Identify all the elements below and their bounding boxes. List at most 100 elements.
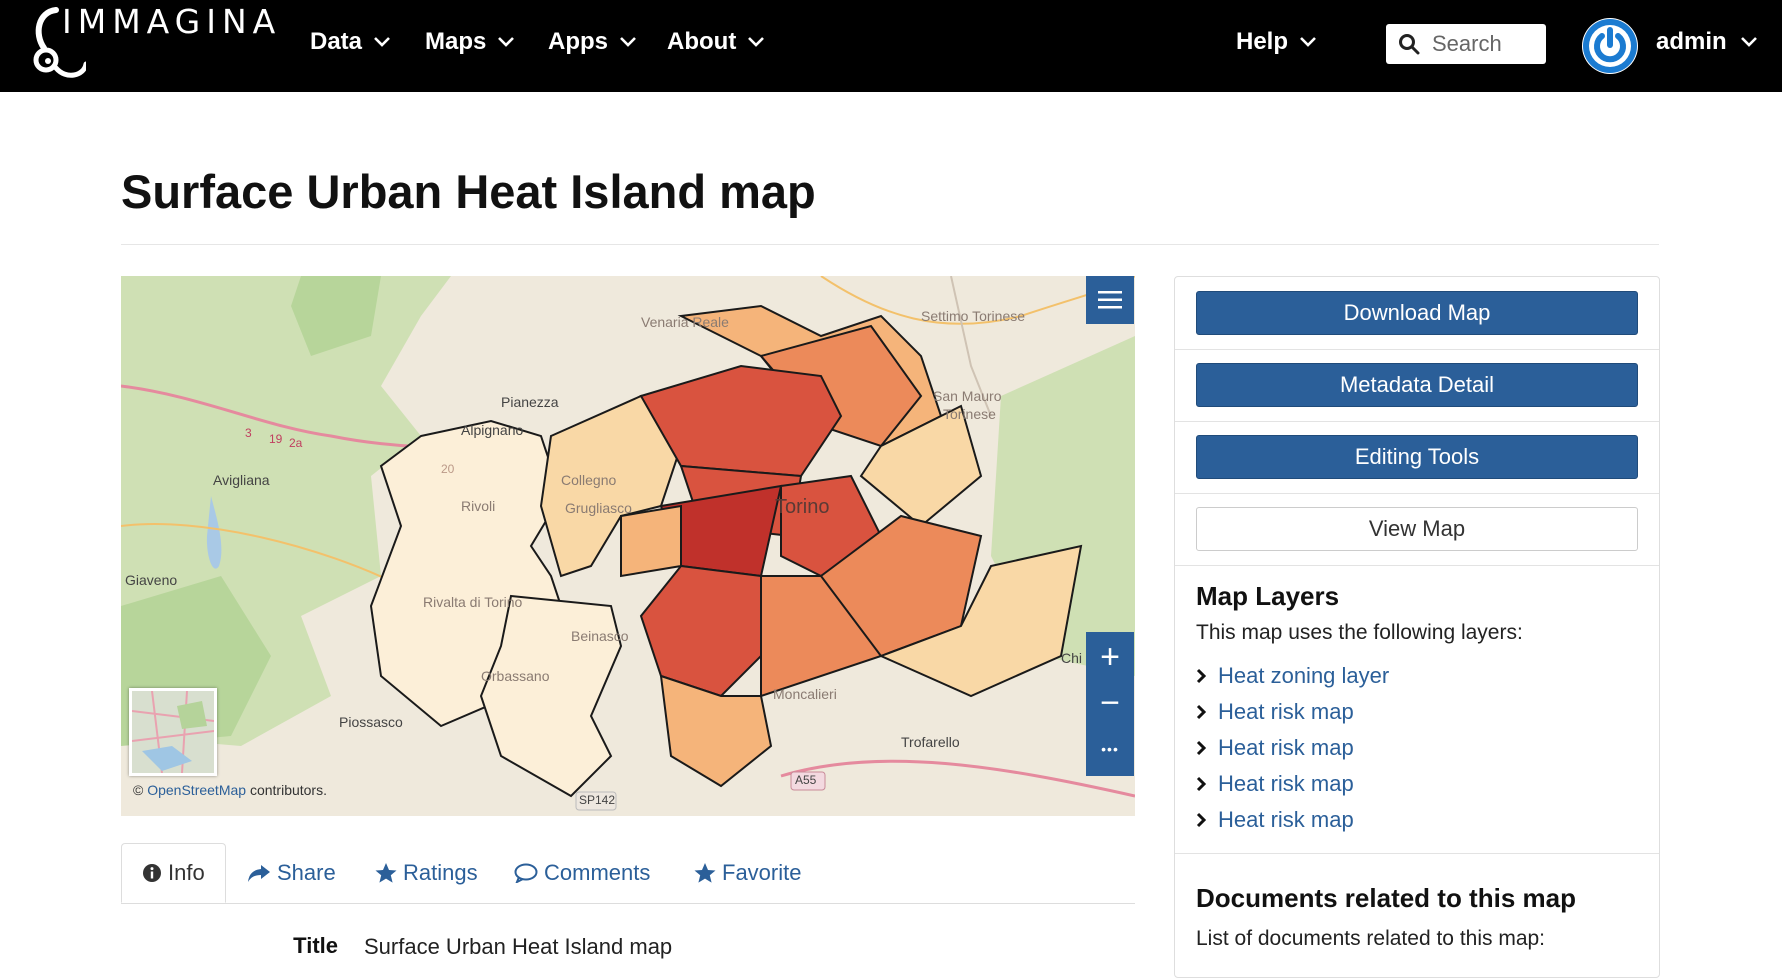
- tab-share[interactable]: Share: [247, 843, 336, 903]
- map-actions-panel: Download Map Metadata Detail Editing Too…: [1174, 276, 1660, 978]
- metadata-detail-button[interactable]: Metadata Detail: [1196, 363, 1638, 407]
- map-layers-intro: This map uses the following layers:: [1196, 621, 1523, 644]
- nav-data-label: Data: [310, 28, 363, 55]
- place-label: Avigliana: [213, 472, 270, 488]
- place-label: Settimo Torinese: [921, 308, 1026, 324]
- power-logo-icon: [1583, 19, 1637, 73]
- info-title-value: Surface Urban Heat Island map: [364, 934, 673, 959]
- layer-list-item[interactable]: Heat risk map: [1196, 733, 1354, 763]
- brand-name: IMMAGINA: [62, 2, 282, 41]
- layer-list-item[interactable]: Heat risk map: [1196, 769, 1354, 799]
- layer-link[interactable]: Heat risk map: [1218, 699, 1354, 725]
- layer-link[interactable]: Heat risk map: [1218, 771, 1354, 797]
- layer-link[interactable]: Heat risk map: [1218, 807, 1354, 833]
- zoom-in-button[interactable]: +: [1086, 634, 1134, 680]
- tab-share-label: Share: [277, 860, 336, 885]
- road-label: 3: [245, 426, 252, 440]
- place-label: Venaria Reale: [641, 314, 729, 330]
- tab-ratings-label: Ratings: [403, 860, 478, 885]
- chevron-right-icon: [1196, 668, 1206, 684]
- tab-info-label: Info: [168, 860, 205, 885]
- star-icon: [694, 863, 716, 883]
- chevron-right-icon: [1196, 776, 1206, 792]
- editing-tools-button[interactable]: Editing Tools: [1196, 435, 1638, 479]
- user-name-label: admin: [1656, 28, 1727, 55]
- tab-comments[interactable]: Comments: [514, 843, 650, 903]
- place-label: Torinese: [943, 406, 996, 422]
- place-label: Giaveno: [125, 572, 178, 588]
- page-title: Surface Urban Heat Island map: [121, 165, 816, 218]
- chevron-right-icon: [1196, 704, 1206, 720]
- place-label: Rivalta di Torino: [423, 594, 523, 610]
- road-label: 2a: [289, 436, 303, 450]
- map-attribution: © OpenStreetMap contributors.: [133, 782, 327, 798]
- place-label: Chi: [1061, 650, 1083, 666]
- documents-heading: Documents related to this map: [1196, 883, 1576, 913]
- map-viewer[interactable]: Pianezza Alpignano Avigliana Giaveno Riv…: [121, 276, 1135, 816]
- place-label: San Mauro: [933, 388, 1002, 404]
- road-label: 19: [269, 432, 283, 446]
- zoom-out-button[interactable]: −: [1086, 680, 1134, 726]
- place-label: Alpignano: [461, 422, 524, 438]
- nav-maps-menu[interactable]: Maps: [425, 28, 515, 56]
- map-canvas[interactable]: [121, 276, 1135, 816]
- brand-logo[interactable]: IMMAGINA: [26, 2, 306, 80]
- nav-data-menu[interactable]: Data: [310, 28, 390, 56]
- tab-ratings[interactable]: Ratings: [375, 843, 478, 903]
- nav-maps-label: Maps: [425, 28, 487, 55]
- documents-intro: List of documents related to this map:: [1196, 927, 1546, 950]
- hamburger-icon: [1098, 291, 1122, 309]
- chevron-right-icon: [1196, 812, 1206, 828]
- road-label: 20: [441, 462, 455, 476]
- chevron-down-icon: [748, 37, 765, 47]
- title-divider: [121, 244, 1659, 245]
- metadata-row: Metadata Detail: [1175, 349, 1659, 422]
- editing-row: Editing Tools: [1175, 421, 1659, 494]
- layer-list-item[interactable]: Heat zoning layer: [1196, 661, 1389, 691]
- tab-favorite[interactable]: Favorite: [694, 843, 801, 903]
- layer-switcher-button[interactable]: [1086, 276, 1134, 324]
- more-tools-button[interactable]: •••: [1086, 726, 1134, 772]
- place-label: Moncalieri: [773, 686, 837, 702]
- top-navbar: IMMAGINA Data Maps Apps About Help Searc…: [0, 0, 1782, 92]
- star-icon: [375, 863, 397, 883]
- user-avatar[interactable]: [1582, 18, 1638, 74]
- place-label: Beinasco: [571, 628, 629, 644]
- osm-link[interactable]: OpenStreetMap: [147, 782, 246, 798]
- view-row: View Map: [1175, 493, 1659, 566]
- chevron-down-icon: [498, 37, 515, 47]
- nav-about-label: About: [667, 28, 737, 55]
- map-layers-heading: Map Layers: [1196, 581, 1340, 611]
- info-circle-icon: [143, 864, 161, 882]
- overview-minimap[interactable]: [129, 688, 217, 776]
- nav-about-menu[interactable]: About: [667, 28, 765, 56]
- nav-apps-label: Apps: [548, 28, 608, 55]
- detail-tabs: Info Share Ratings Comments Favorite: [121, 843, 1135, 904]
- share-icon: [248, 865, 270, 882]
- layer-link[interactable]: Heat zoning layer: [1218, 663, 1389, 689]
- search-input[interactable]: [1430, 30, 1544, 58]
- user-menu[interactable]: admin: [1656, 28, 1757, 56]
- search-box: [1386, 24, 1546, 64]
- heat-zone-medium[interactable]: [620, 504, 682, 578]
- nav-help-menu[interactable]: Help: [1236, 28, 1316, 56]
- search-icon[interactable]: [1398, 33, 1420, 55]
- layer-list-item[interactable]: Heat risk map: [1196, 697, 1354, 727]
- view-map-button[interactable]: View Map: [1196, 507, 1638, 551]
- layer-link[interactable]: Heat risk map: [1218, 735, 1354, 761]
- place-label: Pianezza: [501, 394, 559, 410]
- nav-apps-menu[interactable]: Apps: [548, 28, 636, 56]
- copyright-symbol: ©: [133, 782, 144, 798]
- attribution-suffix: contributors.: [249, 782, 327, 798]
- overview-map-canvas: [131, 690, 215, 774]
- layer-list-item[interactable]: Heat risk map: [1196, 805, 1354, 835]
- download-map-button[interactable]: Download Map: [1196, 291, 1638, 335]
- chevron-down-icon: [620, 37, 636, 47]
- place-label: Grugliasco: [565, 500, 632, 516]
- road-label: SP142: [579, 793, 616, 807]
- chevron-right-icon: [1196, 740, 1206, 756]
- nav-help-label: Help: [1236, 28, 1289, 55]
- place-label: Orbassano: [481, 668, 550, 684]
- tab-info[interactable]: Info: [121, 843, 226, 903]
- chevron-down-icon: [1740, 37, 1757, 47]
